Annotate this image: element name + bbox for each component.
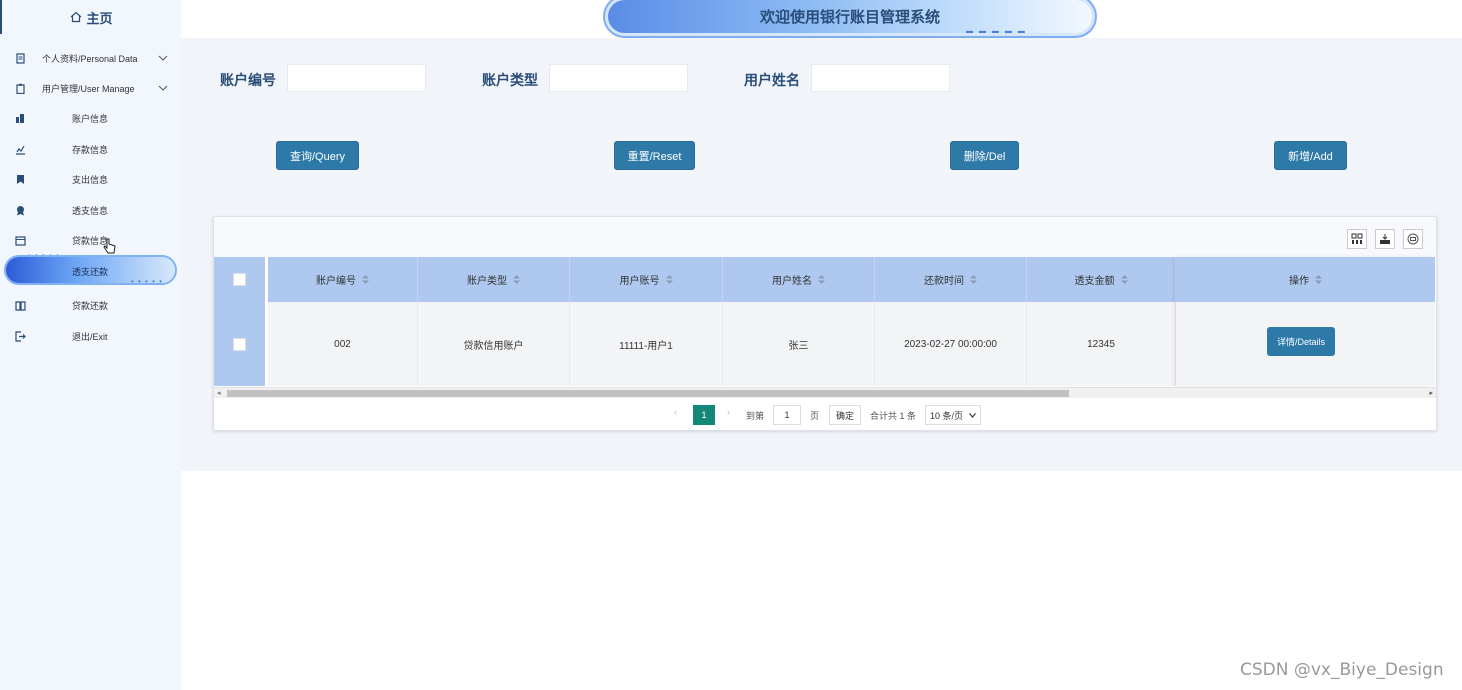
cell-overdraft-amount: 12345: [1027, 302, 1176, 386]
row-checkbox[interactable]: [233, 337, 246, 351]
goto-label: 到第: [746, 411, 765, 421]
select-all-cell: [214, 257, 267, 302]
prev-page-icon[interactable]: ‹: [674, 407, 677, 417]
decor-dots: • • • • •: [131, 277, 163, 286]
sidebar-item-label: 贷款还款: [72, 300, 109, 311]
table-toolbar: [214, 217, 1436, 257]
sort-icon: [513, 275, 520, 284]
document-icon: [16, 52, 25, 64]
pagination: ‹ 1 › 到第 1 页 确定 合计共 1 条 10 条/页: [214, 403, 1436, 427]
sort-icon: [818, 275, 825, 284]
badge-icon: [17, 205, 24, 215]
row-checkbox-cell: [214, 302, 267, 386]
details-button[interactable]: 详情/Details: [1267, 327, 1335, 356]
th-overdraft-amount[interactable]: 透支金额: [1027, 257, 1176, 302]
hand-cursor-icon: [103, 238, 116, 254]
account-type-input[interactable]: [549, 64, 688, 92]
page-number-active[interactable]: 1: [693, 405, 715, 425]
home-label: 主页: [86, 10, 113, 26]
next-page-icon[interactable]: ›: [727, 407, 730, 417]
sidebar-item-label: 账户信息: [72, 113, 109, 124]
th-account-no[interactable]: 账户编号: [268, 257, 418, 302]
exit-icon: [15, 330, 26, 342]
sidebar-item-label: 退出/Exit: [72, 331, 108, 342]
account-no-label: 账户编号: [220, 72, 276, 88]
scroll-left-icon[interactable]: ◂: [217, 389, 221, 397]
sidebar-item-label: 用户管理/User Manage: [42, 83, 135, 94]
sidebar: 主页 个人资料/Personal Data 用户管理/User Manage 账…: [0, 0, 181, 690]
sort-icon: [362, 275, 369, 284]
sidebar-item-label: 存款信息: [72, 144, 109, 155]
sidebar-item-deposit-info[interactable]: 存款信息: [0, 135, 181, 163]
sort-icon: [970, 275, 977, 284]
watermark: CSDN @vx_Biye_Design: [1240, 660, 1444, 680]
sidebar-item-label: 支出信息: [72, 174, 109, 185]
sidebar-item-loan-info[interactable]: 贷款信息: [0, 226, 181, 254]
select-all-checkbox[interactable]: [233, 273, 246, 286]
sidebar-item-label: 个人资料/Personal Data: [42, 53, 138, 64]
cell-user-name: 张三: [723, 302, 875, 386]
scroll-thumb[interactable]: [227, 390, 1069, 397]
clipboard-icon: [16, 83, 25, 94]
columns-filter-button[interactable]: [1347, 229, 1367, 249]
table-row[interactable]: 002 贷款信用账户 11111-用户1 张三 2023-02-27 00:00…: [268, 302, 1176, 386]
sidebar-item-loan-repay[interactable]: 贷款还款: [0, 291, 181, 319]
page-title: 欢迎使用银行账目管理系统: [759, 9, 940, 26]
sidebar-item-user-manage[interactable]: 用户管理/User Manage: [0, 74, 181, 102]
th-repay-time[interactable]: 还款时间: [875, 257, 1027, 302]
building-icon: [16, 113, 24, 123]
decor-dots: ▬ ▬ ▬ ▬ ▬: [966, 28, 1027, 35]
sidebar-item-label: 透支还款: [72, 267, 109, 277]
page-size-select[interactable]: 10 条/页: [925, 405, 981, 425]
add-button[interactable]: 新增/Add: [1274, 141, 1347, 170]
cell-repay-time: 2023-02-27 00:00:00: [875, 302, 1027, 386]
sort-icon: [1315, 275, 1322, 284]
reset-button[interactable]: 重置/Reset: [614, 141, 695, 170]
sidebar-item-overdraft-info[interactable]: 透支信息: [0, 196, 181, 224]
account-type-label: 账户类型: [482, 72, 538, 88]
th-account-type[interactable]: 账户类型: [418, 257, 570, 302]
table-header: 账户编号 账户类型 用户账号 用户姓名 还款时间 透支金额: [268, 257, 1176, 302]
sort-icon: [665, 275, 673, 284]
print-icon: [1407, 233, 1419, 245]
chevron-down-icon: [158, 55, 168, 61]
home-icon: [71, 11, 82, 23]
th-user-name[interactable]: 用户姓名: [723, 257, 875, 302]
total-count: 合计共 1 条: [870, 411, 917, 421]
chart-icon: [16, 145, 25, 155]
sidebar-item-expense-info[interactable]: 支出信息: [0, 165, 181, 193]
scroll-right-icon[interactable]: ▸: [1429, 389, 1433, 397]
page-unit-label: 页: [810, 411, 820, 421]
cell-account-type: 贷款信用账户: [418, 302, 570, 386]
sidebar-item-label: 透支信息: [72, 205, 109, 216]
user-name-label: 用户姓名: [744, 72, 800, 88]
bookmark-icon: [17, 174, 24, 184]
query-button[interactable]: 查询/Query: [276, 141, 359, 170]
chevron-down-icon: [969, 412, 976, 418]
th-user-account[interactable]: 用户账号: [570, 257, 723, 302]
sort-icon: [1120, 275, 1128, 284]
book-icon: [15, 300, 26, 311]
table-card: 账户编号 账户类型 用户账号 用户姓名 还款时间 透支金额 002 贷款信用账户…: [213, 216, 1437, 431]
cell-user-account: 11111-用户1: [570, 302, 723, 386]
chevron-down-icon: [158, 85, 168, 91]
actions-column: 操作 详情/Details: [1176, 257, 1435, 386]
user-name-input[interactable]: [811, 64, 950, 92]
export-icon: [1380, 234, 1390, 244]
export-button[interactable]: [1375, 229, 1395, 249]
goto-page-input[interactable]: 1: [773, 405, 801, 425]
print-button[interactable]: [1403, 229, 1423, 249]
calendar-icon: [15, 235, 26, 246]
account-no-input[interactable]: [287, 64, 426, 92]
goto-confirm-button[interactable]: 确定: [829, 405, 861, 425]
sidebar-item-account-info[interactable]: 账户信息: [0, 104, 181, 132]
th-actions[interactable]: 操作: [1176, 257, 1435, 302]
sidebar-item-personal-data[interactable]: 个人资料/Personal Data: [0, 44, 181, 72]
horizontal-scrollbar[interactable]: ◂ ▸: [214, 387, 1436, 398]
cell-account-no: 002: [268, 302, 418, 386]
delete-button[interactable]: 删除/Del: [950, 141, 1019, 170]
home-link[interactable]: 主页: [0, 0, 181, 34]
sidebar-item-exit[interactable]: 退出/Exit: [0, 322, 181, 350]
grid-icon: [1351, 233, 1363, 244]
